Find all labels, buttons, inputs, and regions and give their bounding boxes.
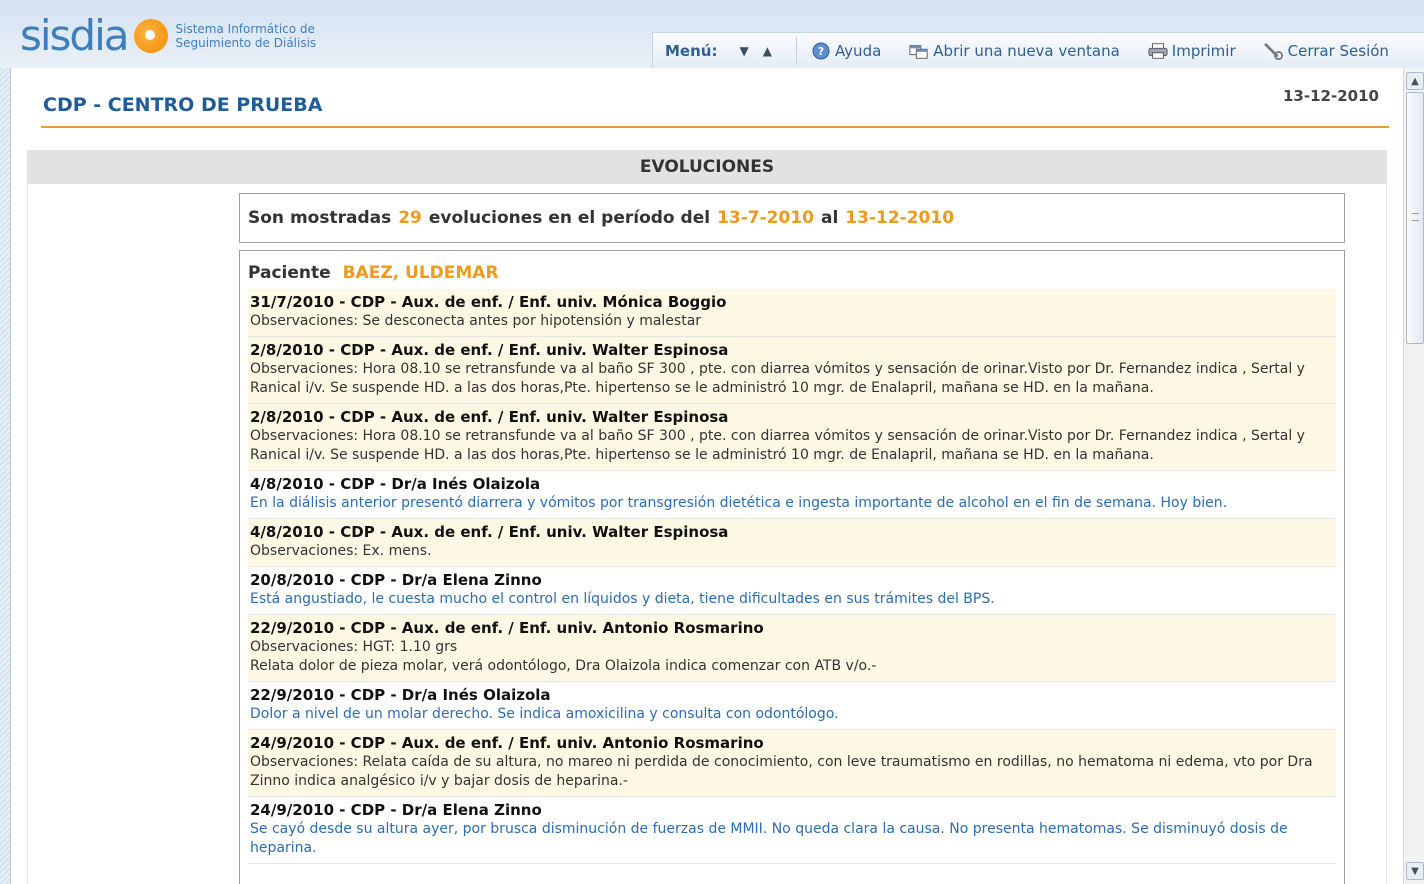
new-window-button[interactable]: Abrir una nueva ventana (909, 42, 1120, 60)
section-title: EVOLUCIONES (27, 150, 1387, 184)
logo-wordmark: sisdia (20, 11, 129, 60)
scroll-thumb[interactable] (1406, 92, 1424, 344)
entry-header: 4/8/2010 - CDP - Aux. de enf. / Enf. uni… (250, 523, 729, 541)
entry-header: 20/8/2010 - CDP - Dr/a Elena Zinno (250, 571, 542, 589)
entry-text: Observaciones: Hora 08.10 se retransfund… (250, 428, 1305, 463)
entry-text: En la diálisis anterior presentó diarrer… (250, 495, 1228, 511)
scroll-grip-icon (1412, 213, 1419, 221)
evolution-entry: 4/8/2010 - CDP - Aux. de enf. / Enf. uni… (248, 519, 1336, 567)
evolution-entry: 2/8/2010 - CDP - Aux. de enf. / Enf. uni… (248, 404, 1336, 471)
entry-header: 31/7/2010 - CDP - Aux. de enf. / Enf. un… (250, 293, 727, 311)
summary-count: 29 (398, 208, 422, 228)
summary-al: al (820, 208, 839, 228)
evolution-entry: 24/9/2010 - CDP - Dr/a Elena Zinno Se ca… (248, 797, 1336, 864)
app-header: sisdia Sistema Informático de Seguimient… (0, 0, 1424, 68)
evolution-entry: 22/9/2010 - CDP - Dr/a Inés Olaizola Dol… (248, 682, 1336, 730)
logout-button[interactable]: Cerrar Sesión (1264, 42, 1389, 60)
print-button[interactable]: Imprimir (1148, 42, 1236, 60)
chevron-down-icon[interactable]: ▼ (739, 44, 748, 58)
entry-header: 22/9/2010 - CDP - Aux. de enf. / Enf. un… (250, 619, 764, 637)
summary-box: Son mostradas 29 evoluciones en el perío… (239, 193, 1345, 243)
evolution-entry: 24/9/2010 - CDP - Aux. de enf. / Enf. un… (248, 730, 1336, 797)
patient-line: Paciente BAEZ, ULDEMAR (240, 251, 1344, 289)
svg-text:?: ? (818, 45, 824, 58)
evolution-entry: 2/8/2010 - CDP - Aux. de enf. / Enf. uni… (248, 337, 1336, 404)
logo-subtitle: Sistema Informático de Seguimiento de Di… (176, 22, 317, 50)
menu-label: Menú: (665, 41, 718, 60)
evolution-entry: 31/7/2010 - CDP - Aux. de enf. / Enf. un… (248, 289, 1336, 337)
new-window-icon (909, 42, 929, 60)
vertical-scrollbar[interactable]: ▲ ▼ (1403, 68, 1424, 884)
entry-text: Se cayó desde su altura ayer, por brusca… (250, 821, 1288, 856)
entry-text: Observaciones: Relata caída de su altura… (250, 754, 1313, 789)
logo-subtitle-line-2: Seguimiento de Diálisis (175, 36, 317, 50)
new-window-label: Abrir una nueva ventana (933, 41, 1120, 60)
logout-icon (1264, 42, 1284, 60)
entry-header: 2/8/2010 - CDP - Aux. de enf. / Enf. uni… (250, 408, 729, 426)
entry-header: 24/9/2010 - CDP - Dr/a Elena Zinno (250, 801, 542, 819)
scroll-up-icon[interactable]: ▲ (1406, 72, 1424, 90)
current-date: 13-12-2010 (1283, 87, 1379, 105)
summary-date-from: 13-7-2010 (717, 208, 814, 228)
entry-text: Observaciones: Ex. mens. (250, 543, 432, 559)
patient-label: Paciente (248, 263, 331, 283)
logo-dot-icon (133, 19, 168, 53)
evolution-entry: 22/9/2010 - CDP - Aux. de enf. / Enf. un… (248, 615, 1336, 682)
sisdia-logo[interactable]: sisdia Sistema Informático de Seguimient… (20, 12, 316, 60)
print-label: Imprimir (1171, 41, 1236, 60)
entry-header: 22/9/2010 - CDP - Dr/a Inés Olaizola (250, 686, 551, 704)
entry-header: 2/8/2010 - CDP - Aux. de enf. / Enf. uni… (250, 341, 729, 359)
entry-text: Observaciones: Hora 08.10 se retransfund… (250, 361, 1305, 396)
summary-pre: Son mostradas (248, 208, 392, 228)
entry-text: Dolor a nivel de un molar derecho. Se in… (250, 706, 839, 722)
content-frame: CDP - CENTRO DE PRUEBA 13-12-2010 EVOLUC… (10, 68, 1424, 884)
logout-label: Cerrar Sesión (1287, 41, 1389, 60)
entry-header: 4/8/2010 - CDP - Dr/a Inés Olaizola (250, 475, 541, 493)
patient-evolutions: Paciente BAEZ, ULDEMAR 31/7/2010 - CDP -… (239, 250, 1345, 884)
title-divider (41, 126, 1389, 128)
summary-mid: evoluciones en el período del (428, 208, 711, 228)
page-title: CDP - CENTRO DE PRUEBA (43, 94, 323, 116)
scroll-down-icon[interactable]: ▼ (1406, 862, 1424, 880)
entry-header: 24/9/2010 - CDP - Aux. de enf. / Enf. un… (250, 734, 764, 752)
entry-text: Observaciones: Se desconecta antes por h… (250, 313, 702, 329)
evolution-entry: 4/8/2010 - CDP - Dr/a Inés Olaizola En l… (248, 471, 1336, 519)
patient-name: BAEZ, ULDEMAR (342, 263, 499, 283)
summary-date-to: 13-12-2010 (845, 208, 955, 228)
chevron-up-icon[interactable]: ▲ (763, 44, 772, 58)
entry-text: Observaciones: HGT: 1.10 grs (250, 639, 458, 655)
help-button[interactable]: ? Ayuda (811, 42, 881, 60)
help-label: Ayuda (834, 41, 882, 60)
logo-subtitle-line-1: Sistema Informático de (175, 22, 315, 36)
top-menu-bar: Menú: ▼ ▲ ? Ayuda Abrir una nueva ventan… (652, 32, 1424, 68)
entry-text-extra: Relata dolor de pieza molar, verá odontó… (250, 658, 877, 674)
help-icon: ? (811, 42, 831, 60)
menu-divider (795, 36, 797, 65)
evolution-entry: 20/8/2010 - CDP - Dr/a Elena Zinno Está … (248, 567, 1336, 615)
printer-icon (1148, 42, 1168, 60)
entry-text: Está angustiado, le cuesta mucho el cont… (250, 591, 995, 607)
